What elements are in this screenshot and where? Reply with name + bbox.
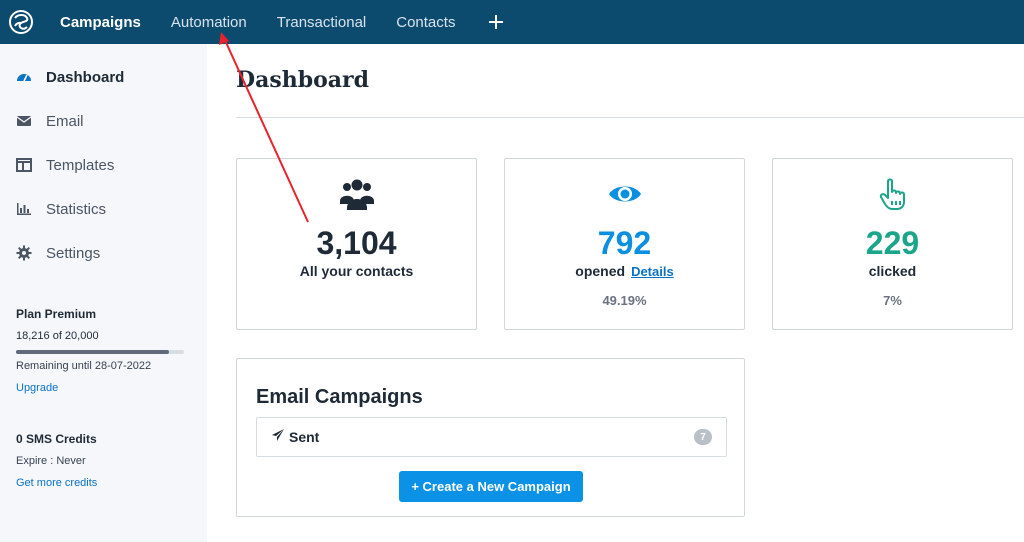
sendinblue-logo-icon[interactable] [6,7,36,37]
divider [236,117,1024,118]
sidebar-item-label: Statistics [46,200,107,218]
page-title: Dashboard [236,67,369,93]
email-campaigns-title: Email Campaigns [256,386,423,408]
templates-icon [16,157,32,173]
pointer-hand-icon [773,177,1012,211]
sidebar-item-templates[interactable]: Templates [16,155,114,175]
stat-card-opened[interactable]: 792 opened Details 49.19% [504,158,745,330]
create-campaign-button[interactable]: + Create a New Campaign [399,471,583,502]
sidebar-item-label: Templates [46,156,115,174]
dashboard-icon [16,69,32,85]
email-campaigns-card: Email Campaigns Sent 7 + Create a New Ca… [236,358,745,517]
sms-credits-title: 0 SMS Credits [16,432,97,446]
sidebar-item-label: Dashboard [46,68,125,86]
plan-usage: 18,216 of 20,000 [16,330,99,342]
stat-percentage: 49.19% [602,293,647,308]
stat-value: 792 [597,225,652,261]
stat-percentage: 7% [883,293,902,308]
sidebar: Dashboard Email Templates Statistics Set… [0,44,207,542]
stat-card-contacts[interactable]: 3,104 All your contacts [236,158,477,330]
sidebar-item-label: Settings [46,244,101,262]
stat-card-clicked[interactable]: 229 clicked 7% [772,158,1013,330]
plan-usage-progress-fill [16,350,169,354]
stat-label: clicked [868,263,917,279]
plus-icon[interactable] [487,13,505,31]
sent-campaigns-row[interactable]: Sent 7 [256,417,727,457]
sidebar-item-settings[interactable]: Settings [16,243,100,263]
bar-chart-icon [16,201,32,217]
sent-label: Sent [289,429,320,445]
nav-campaigns[interactable]: Campaigns [60,14,141,31]
nav-automation[interactable]: Automation [171,14,247,31]
stat-label: All your contacts [299,263,414,279]
paper-plane-icon [271,428,285,447]
envelope-icon [16,113,32,129]
top-navigation-bar: Campaigns Automation Transactional Conta… [0,0,1024,44]
eye-icon [505,177,744,211]
upgrade-link[interactable]: Upgrade [16,382,58,394]
sidebar-item-email[interactable]: Email [16,111,84,131]
get-more-credits-link[interactable]: Get more credits [16,477,97,489]
users-icon [237,177,476,211]
stat-label: opened [575,263,626,279]
stat-value: 229 [865,225,920,261]
plan-usage-progress-bar [16,350,184,354]
sidebar-item-label: Email [46,112,84,130]
plan-title: Plan Premium [16,307,97,321]
sidebar-item-statistics[interactable]: Statistics [16,199,106,219]
stat-value: 3,104 [316,225,397,261]
sent-count-badge: 7 [694,429,712,445]
gear-icon [16,245,32,261]
nav-contacts[interactable]: Contacts [396,14,455,31]
stat-label-row: opened Details [505,263,744,279]
sms-expire: Expire : Never [16,455,86,467]
details-link[interactable]: Details [631,264,674,279]
sidebar-item-dashboard[interactable]: Dashboard [16,67,124,87]
nav-transactional[interactable]: Transactional [277,14,367,31]
plan-remaining: Remaining until 28-07-2022 [16,360,152,372]
